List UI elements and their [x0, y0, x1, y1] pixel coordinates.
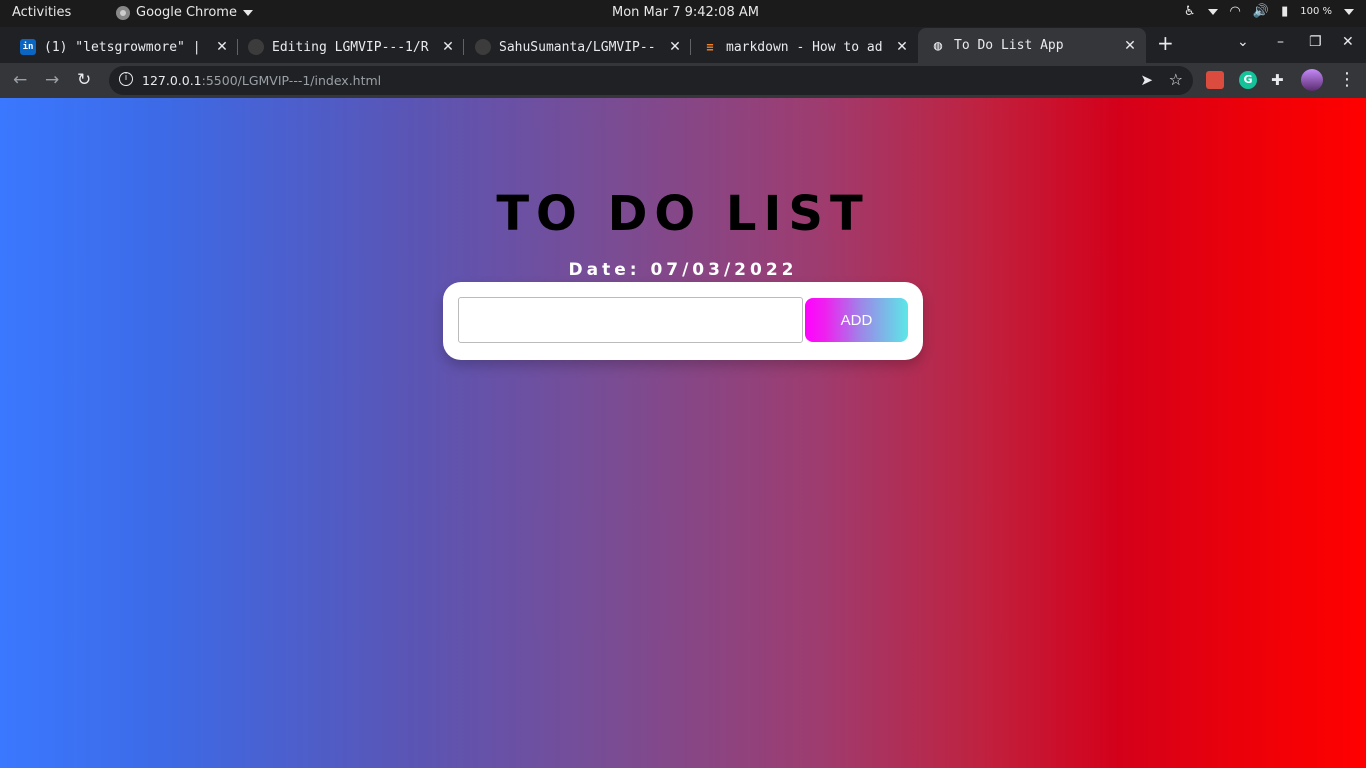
task-entry-card: ADD: [443, 282, 923, 360]
chevron-down-icon: [1207, 8, 1218, 15]
tab-search-chevron-icon[interactable]: ⌄: [1237, 34, 1249, 50]
globe-icon: ◍: [933, 37, 943, 54]
tab-title: markdown - How to ad: [726, 39, 883, 55]
date-label: Date: 07/03/2022: [568, 260, 798, 280]
bookmark-star-icon[interactable]: ☆: [1169, 70, 1183, 89]
tab-linkedin[interactable]: in (1) "letsgrowmore" | ✕: [8, 31, 238, 63]
chevron-down-icon: [1344, 8, 1354, 15]
close-icon[interactable]: ✕: [894, 39, 910, 55]
todo-page: TO DO LIST Date: 07/03/2022 ADD: [0, 98, 1366, 768]
site-info-icon[interactable]: i: [119, 72, 133, 86]
clock[interactable]: Mon Mar 7 9:42:08 AM: [612, 5, 759, 20]
address-bar[interactable]: i 127.0.0.1:5500/LGMVIP---1/index.html ➤…: [109, 66, 1193, 95]
tab-stackoverflow[interactable]: ≡ markdown - How to ad ✕: [690, 31, 918, 63]
close-icon[interactable]: ✕: [1122, 38, 1138, 54]
accessibility-icon[interactable]: ♿: [1184, 4, 1196, 19]
tab-title: (1) "letsgrowmore" |: [44, 39, 201, 55]
tab-github-repo[interactable]: SahuSumanta/LGMVIP-- ✕: [463, 31, 691, 63]
forward-icon[interactable]: →: [45, 70, 59, 90]
tab-editing-readme[interactable]: Editing LGMVIP---1/R ✕: [236, 31, 464, 63]
close-icon[interactable]: ✕: [440, 39, 456, 55]
url-text[interactable]: 127.0.0.1:5500/LGMVIP---1/index.html: [142, 73, 381, 88]
page-title: TO DO LIST: [496, 186, 870, 242]
chrome-icon: [116, 5, 130, 20]
app-menu[interactable]: Google Chrome: [116, 5, 253, 20]
send-icon[interactable]: ➤: [1140, 71, 1153, 89]
url-path: :5500/LGMVIP---1/index.html: [201, 73, 382, 88]
window-close-icon[interactable]: ✕: [1342, 34, 1354, 50]
tab-title: SahuSumanta/LGMVIP--: [499, 39, 656, 55]
new-tab-button[interactable]: +: [1157, 31, 1174, 55]
chevron-down-icon: [242, 9, 253, 16]
reload-icon[interactable]: ↻: [77, 70, 91, 90]
system-top-bar: Activities Google Chrome Mon Mar 7 9:42:…: [0, 0, 1366, 27]
extensions-puzzle-icon[interactable]: ✚: [1271, 71, 1289, 89]
tab-title: Editing LGMVIP---1/R: [272, 39, 429, 55]
volume-icon: 🔊: [1252, 4, 1270, 19]
linkedin-icon: in: [20, 39, 36, 55]
profile-avatar[interactable]: [1301, 69, 1323, 91]
browser-toolbar: ← → ↻ i 127.0.0.1:5500/LGMVIP---1/index.…: [0, 63, 1366, 98]
close-icon[interactable]: ✕: [214, 39, 230, 55]
wifi-icon: ◠: [1229, 4, 1241, 19]
minimize-icon[interactable]: –: [1277, 34, 1284, 50]
tab-todo-app[interactable]: ◍ To Do List App ✕: [918, 28, 1146, 63]
task-input[interactable]: [458, 297, 803, 343]
battery-icon: ▮: [1281, 4, 1289, 19]
add-task-button[interactable]: ADD: [805, 298, 908, 342]
restore-icon[interactable]: ❐: [1309, 34, 1322, 50]
battery-level: 100 %: [1300, 6, 1332, 17]
system-tray[interactable]: ♿ ◠ 🔊 ▮ 100 %: [1184, 4, 1354, 19]
grammarly-extension-icon[interactable]: G: [1239, 71, 1257, 89]
github-icon: [475, 39, 491, 55]
back-icon[interactable]: ←: [13, 70, 27, 90]
todoist-extension-icon[interactable]: [1206, 71, 1224, 89]
close-icon[interactable]: ✕: [667, 39, 683, 55]
activities-button[interactable]: Activities: [12, 5, 71, 20]
app-name: Google Chrome: [136, 5, 237, 20]
stackoverflow-icon: ≡: [706, 40, 714, 54]
tab-title: To Do List App: [954, 38, 1064, 53]
browser-menu-icon[interactable]: ⋮: [1338, 69, 1356, 90]
github-icon: [248, 39, 264, 55]
url-host: 127.0.0.1: [142, 73, 202, 88]
